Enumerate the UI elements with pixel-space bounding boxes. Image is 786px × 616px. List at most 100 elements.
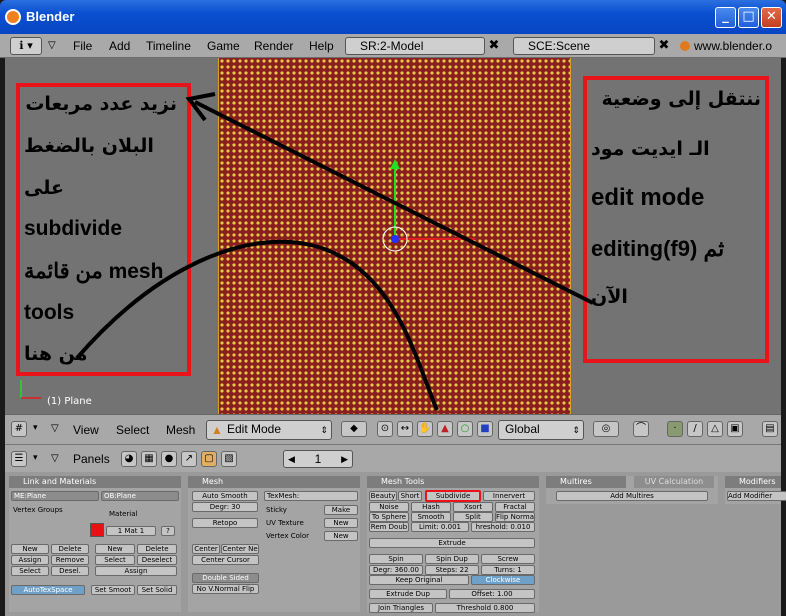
menu-help[interactable]: Help: [309, 39, 334, 53]
no-vnormal-flip-toggle[interactable]: No V.Normal Flip: [192, 584, 259, 594]
panel-title[interactable]: Multires: [546, 476, 626, 488]
editor-type-grid-icon[interactable]: #: [11, 421, 27, 437]
menu-game[interactable]: Game: [207, 39, 240, 53]
editor-type-icon[interactable]: ℹ ▾: [10, 37, 42, 55]
set-solid-button[interactable]: Set Solid: [137, 585, 177, 595]
face-select-icon[interactable]: △: [707, 421, 723, 437]
material-help-button[interactable]: ?: [161, 526, 175, 536]
vgroup-delete-button[interactable]: Delete: [51, 544, 89, 554]
scene-selector[interactable]: SCE:Scene: [513, 37, 655, 55]
extrude-dup-button[interactable]: Extrude Dup: [369, 589, 447, 599]
threshold-field[interactable]: hreshold: 0.010: [471, 522, 535, 532]
vgroup-select-button[interactable]: Select: [11, 566, 49, 576]
center-new-button[interactable]: Center Ne: [221, 544, 259, 554]
vertex-color-new-button[interactable]: New: [324, 531, 358, 541]
scene-delete-icon[interactable]: ✖: [655, 37, 673, 55]
frame-prev-icon[interactable]: ◀: [288, 451, 295, 467]
to-sphere-button[interactable]: To Sphere: [369, 512, 409, 522]
remove-doubles-button[interactable]: Rem Doub: [369, 522, 409, 532]
sticky-make-button[interactable]: Make: [324, 505, 358, 515]
panel-title[interactable]: Modifiers: [725, 476, 781, 488]
object-name-field[interactable]: OB:Plane: [101, 491, 179, 501]
center-button[interactable]: Center: [192, 544, 220, 554]
panel-title[interactable]: Link and Materials: [9, 476, 181, 488]
orientation-selector[interactable]: Global ⇕: [498, 420, 584, 440]
material-select-button[interactable]: Select: [95, 555, 135, 565]
double-sided-toggle[interactable]: Double Sided: [192, 573, 259, 583]
scene-icon[interactable]: ▧: [221, 451, 237, 467]
script-icon[interactable]: ▦: [141, 451, 157, 467]
subdivide-button[interactable]: Subdivide: [425, 490, 481, 502]
fractal-button[interactable]: Fractal: [495, 502, 535, 512]
set-smooth-button[interactable]: Set Smoot: [91, 585, 135, 595]
keep-original-toggle[interactable]: Keep Original: [369, 575, 469, 585]
texmesh-field[interactable]: TexMesh:: [264, 491, 358, 501]
collapse-triangle-icon[interactable]: ▽: [48, 40, 56, 51]
add-multires-button[interactable]: Add Multires: [556, 491, 708, 501]
smooth-degree-field[interactable]: Degr: 30: [192, 502, 258, 512]
material-color-swatch[interactable]: [90, 523, 104, 537]
limit-field[interactable]: Limit: 0.001: [411, 522, 469, 532]
frame-field[interactable]: ◀ 1 ▶: [283, 450, 353, 468]
smooth-button[interactable]: Smooth: [411, 512, 451, 522]
header-collapse-icon[interactable]: ▾: [33, 423, 38, 433]
panels-collapse-icon[interactable]: ▽: [51, 453, 59, 464]
snap-icon[interactable]: ⌒: [633, 421, 649, 437]
spin-dup-button[interactable]: Spin Dup: [425, 554, 479, 564]
steps-field[interactable]: Steps: 22: [425, 565, 479, 575]
3d-viewport[interactable]: (1) Plane نزيد عدد مربعات البلان بالضغط …: [5, 58, 781, 414]
innervert-button[interactable]: Innervert: [483, 491, 535, 501]
center-cursor-button[interactable]: Center Cursor: [192, 555, 259, 565]
vgroup-assign-button[interactable]: Assign: [11, 555, 49, 565]
panel-title[interactable]: Mesh Tools: [367, 476, 539, 488]
xsort-button[interactable]: Xsort: [453, 502, 493, 512]
draw-type-icon[interactable]: ◆: [341, 421, 367, 437]
maximize-button[interactable]: □: [738, 7, 759, 28]
panel-title[interactable]: Mesh: [188, 476, 360, 488]
minimize-button[interactable]: _: [715, 7, 736, 28]
transform-icon[interactable]: ↔: [397, 421, 413, 437]
layer-icon[interactable]: ◎: [593, 421, 619, 437]
material-index-field[interactable]: 1 Mat 1: [106, 526, 156, 536]
blender-url[interactable]: www.blender.o: [694, 39, 772, 53]
menu-collapse-icon[interactable]: ▽: [51, 423, 59, 434]
screen-delete-icon[interactable]: ✖: [485, 37, 503, 55]
logic-icon[interactable]: ◕: [121, 451, 137, 467]
limit-selection-icon[interactable]: ▣: [727, 421, 743, 437]
join-triangles-button[interactable]: Join Triangles: [369, 603, 433, 613]
uv-texture-new-button[interactable]: New: [324, 518, 358, 528]
rotate-icon[interactable]: ▲: [437, 421, 453, 437]
join-threshold-field[interactable]: Threshold 0.800: [435, 603, 535, 613]
menu-select[interactable]: Select: [116, 423, 149, 437]
noise-button[interactable]: Noise: [369, 502, 409, 512]
material-deselect-button[interactable]: Deselect: [137, 555, 177, 565]
edge-select-icon[interactable]: /: [687, 421, 703, 437]
shading-icon[interactable]: ●: [161, 451, 177, 467]
mode-selector[interactable]: ▲ Edit Mode ⇕: [206, 420, 332, 440]
editing-icon[interactable]: ▢: [201, 451, 217, 467]
scale-icon[interactable]: ○: [457, 421, 473, 437]
close-button[interactable]: ✕: [761, 7, 782, 28]
menu-mesh[interactable]: Mesh: [166, 423, 195, 437]
auto-smooth-toggle[interactable]: Auto Smooth: [192, 491, 258, 501]
object-icon[interactable]: ↗: [181, 451, 197, 467]
menu-add[interactable]: Add: [109, 39, 130, 53]
vgroup-deselect-button[interactable]: Desel.: [51, 566, 89, 576]
vgroup-remove-button[interactable]: Remove: [51, 555, 89, 565]
vgroup-new-button[interactable]: New: [11, 544, 49, 554]
split-button[interactable]: Split: [453, 512, 493, 522]
autotexspace-toggle[interactable]: AutoTexSpace: [11, 585, 85, 595]
screen-selector[interactable]: SR:2-Model: [345, 37, 485, 55]
add-modifier-button[interactable]: Add Modifier: [727, 491, 786, 501]
hand-icon[interactable]: ✋: [417, 421, 433, 437]
mesh-datablock-field[interactable]: ME:Plane: [11, 491, 99, 501]
header-collapse-icon[interactable]: ▾: [33, 453, 38, 463]
offset-field[interactable]: Offset: 1.00: [449, 589, 535, 599]
beauty-toggle[interactable]: Beauty: [369, 491, 397, 501]
material-new-button[interactable]: New: [95, 544, 135, 554]
screw-button[interactable]: Screw: [481, 554, 535, 564]
extrude-button[interactable]: Extrude: [369, 538, 535, 548]
buttons-editor-icon[interactable]: ☰: [11, 451, 27, 467]
clockwise-toggle[interactable]: Clockwise: [471, 575, 535, 585]
pivot-icon[interactable]: ⊙: [377, 421, 393, 437]
